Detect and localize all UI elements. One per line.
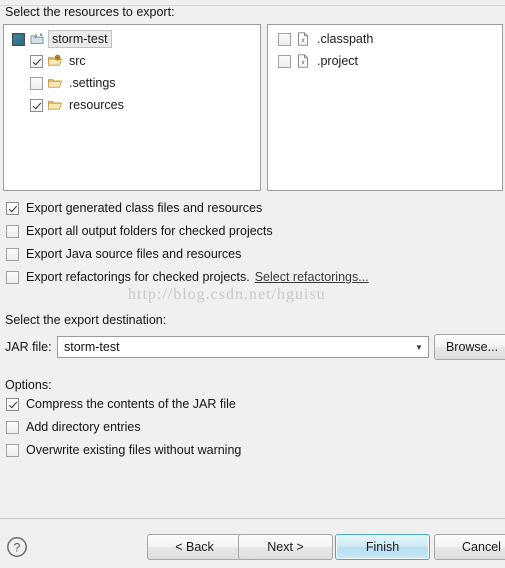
file-item-label: .classpath (317, 32, 374, 46)
tree-checkbox[interactable] (30, 54, 43, 68)
xml-file-icon: x (295, 31, 311, 47)
export-option-checkbox[interactable] (6, 201, 19, 215)
jar-option-row-1[interactable]: Add directory entries (6, 419, 141, 435)
resources-section-label: Select the resources to export: (5, 5, 175, 19)
svg-text:x: x (301, 37, 305, 44)
jar-file-input[interactable]: storm-test (58, 340, 410, 354)
jar-file-label: JAR file: (5, 340, 52, 354)
back-button[interactable]: < Back (147, 534, 242, 560)
jar-option-checkbox[interactable] (6, 443, 19, 457)
tree-checkbox[interactable] (12, 32, 25, 46)
export-option-label: Export Java source files and resources (26, 247, 242, 261)
tree-item-resources[interactable]: resources (4, 94, 260, 116)
file-item-project[interactable]: x .project (268, 50, 502, 72)
jar-file-combo[interactable]: storm-test ▼ (57, 336, 429, 358)
export-option-row-3[interactable]: Export refactorings for checked projects… (6, 269, 369, 285)
tree-item-label: .settings (69, 76, 116, 90)
jar-option-label: Compress the contents of the JAR file (26, 397, 236, 411)
jar-option-label: Overwrite existing files without warning (26, 443, 242, 457)
cancel-button[interactable]: Cancel (434, 534, 505, 560)
next-button[interactable]: Next > (238, 534, 333, 560)
file-item-classpath[interactable]: x .classpath (268, 28, 502, 50)
folder-icon (47, 75, 63, 91)
tree-item-settings[interactable]: .settings (4, 72, 260, 94)
help-icon[interactable]: ? (6, 536, 28, 558)
resource-files-panel[interactable]: x .classpath x .project (267, 24, 503, 191)
export-option-label: Export generated class files and resourc… (26, 201, 263, 215)
jar-option-checkbox[interactable] (6, 397, 19, 411)
svg-text:?: ? (14, 541, 21, 555)
file-checkbox[interactable] (278, 32, 291, 46)
jar-option-row-2[interactable]: Overwrite existing files without warning (6, 442, 241, 458)
tree-item-label: storm-test (48, 30, 112, 48)
export-option-row-1[interactable]: Export all output folders for checked pr… (6, 223, 273, 239)
jar-option-label: Add directory entries (26, 420, 141, 434)
resource-tree-panel[interactable]: storm-test src .settings resources (3, 24, 261, 191)
export-option-checkbox[interactable] (6, 247, 19, 261)
file-item-label: .project (317, 54, 358, 68)
watermark-text: http://blog.csdn.net/hguisu (128, 286, 326, 303)
java-project-icon (29, 31, 45, 47)
source-folder-icon (47, 53, 63, 69)
tree-checkbox[interactable] (30, 98, 43, 112)
tree-checkbox[interactable] (30, 76, 43, 90)
options-section-label: Options: (5, 378, 52, 392)
destination-section-label: Select the export destination: (5, 313, 167, 327)
browse-button[interactable]: Browse... (434, 334, 505, 360)
finish-button[interactable]: Finish (335, 534, 430, 560)
tree-item-storm-test[interactable]: storm-test (4, 28, 260, 50)
folder-icon (47, 97, 63, 113)
tree-item-label: resources (69, 98, 124, 112)
jar-option-row-0[interactable]: Compress the contents of the JAR file (6, 396, 236, 412)
export-option-checkbox[interactable] (6, 224, 19, 238)
svg-text:x: x (301, 59, 305, 66)
export-option-row-0[interactable]: Export generated class files and resourc… (6, 200, 262, 216)
export-option-row-2[interactable]: Export Java source files and resources (6, 246, 241, 262)
export-option-checkbox[interactable] (6, 270, 19, 284)
export-option-label: Export refactorings for checked projects… (26, 270, 250, 284)
export-option-label: Export all output folders for checked pr… (26, 224, 273, 238)
file-checkbox[interactable] (278, 54, 291, 68)
tree-item-src[interactable]: src (4, 50, 260, 72)
tree-item-label: src (69, 54, 86, 68)
jar-option-checkbox[interactable] (6, 420, 19, 434)
footer-separator (0, 518, 505, 519)
chevron-down-icon[interactable]: ▼ (410, 343, 428, 352)
select-refactorings-link[interactable]: Select refactorings... (255, 270, 369, 284)
xml-file-icon: x (295, 53, 311, 69)
